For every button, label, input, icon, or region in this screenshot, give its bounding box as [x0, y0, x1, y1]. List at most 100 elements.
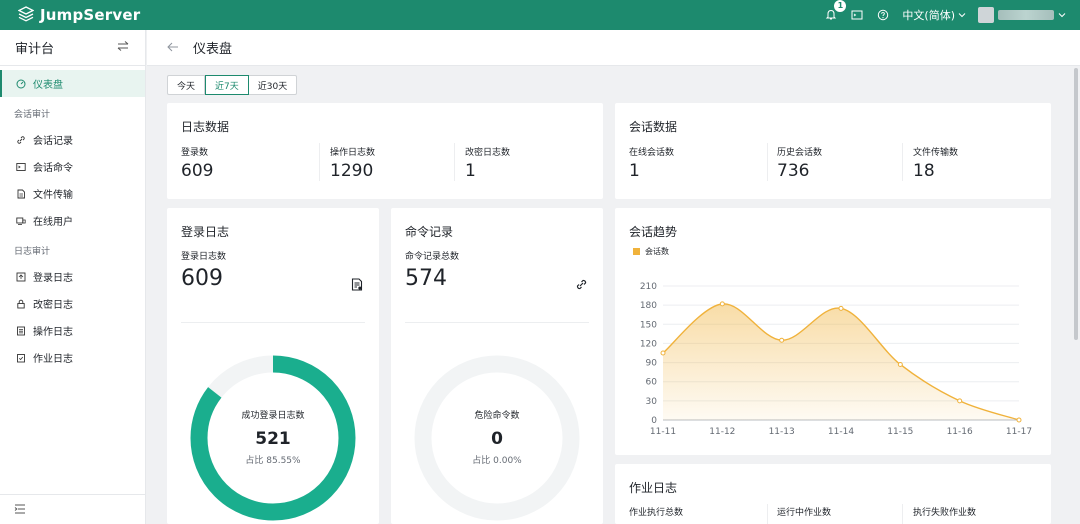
- login-log-icon: [15, 271, 26, 282]
- chevron-down-icon: [958, 9, 966, 22]
- donut-value: 521: [255, 429, 291, 449]
- username-blurred: [998, 10, 1054, 20]
- sidebar-item-file-transfer[interactable]: 文件传输: [0, 180, 145, 207]
- back-arrow-icon[interactable]: [167, 41, 179, 55]
- sidebar-item-operation-log[interactable]: 操作日志: [0, 317, 145, 344]
- session-data-card: 会话数据 在线会话数 1 历史会话数 736 文件传输数 18: [615, 103, 1051, 199]
- sidebar-item-label: 在线用户: [33, 217, 73, 228]
- x-tick-label: 11-15: [887, 427, 913, 437]
- sidebar-item-label: 会话记录: [33, 136, 73, 147]
- chevron-down-icon: [1058, 8, 1066, 22]
- dashboard-icon: [15, 78, 26, 89]
- y-tick-label: 90: [646, 359, 658, 369]
- sidebar-item-login-log[interactable]: 登录日志: [0, 263, 145, 290]
- card-title: 会话趋势: [629, 225, 678, 239]
- sidebar-header: 审计台: [0, 30, 145, 66]
- jumpserver-logo-icon: [17, 5, 35, 25]
- divider: [319, 143, 320, 181]
- donut-ratio: 占比 85.55%: [245, 456, 301, 466]
- stat-value: 18: [913, 161, 935, 181]
- sidebar-item-job-log[interactable]: 作业日志: [0, 344, 145, 371]
- login-log-total: 609: [181, 266, 223, 291]
- tab-last-30-days[interactable]: 近30天: [249, 76, 296, 94]
- user-menu[interactable]: [978, 7, 1066, 23]
- sidebar-item-password-change-log[interactable]: 改密日志: [0, 290, 145, 317]
- y-tick-label: 120: [640, 339, 657, 349]
- y-tick-label: 0: [651, 416, 657, 426]
- stat-value: 609: [181, 161, 214, 181]
- card-title: 命令记录: [405, 225, 454, 239]
- sidebar-item-dashboard[interactable]: 仪表盘: [0, 70, 145, 97]
- stat-label: 在线会话数: [629, 148, 675, 158]
- donut-center: 危险命令数 0 占比 0.00%: [447, 408, 547, 466]
- stat-value: 1: [629, 161, 640, 181]
- data-point: [1016, 417, 1022, 423]
- stat-label: 执行失败作业数: [913, 508, 977, 518]
- divider: [767, 504, 768, 524]
- data-point: [897, 361, 903, 367]
- stat-label: 作业执行总数: [629, 508, 684, 518]
- stat-value: 736: [777, 161, 810, 181]
- data-point: [719, 301, 725, 307]
- x-tick-label: 11-17: [1006, 427, 1032, 437]
- donut-center: 成功登录日志数 521 占比 85.55%: [223, 408, 323, 466]
- command-log-total: 574: [405, 266, 447, 291]
- job-log-card: 作业日志 作业执行总数 运行中作业数 执行失败作业数: [615, 464, 1051, 524]
- card-title: 日志数据: [181, 120, 230, 134]
- y-tick-label: 150: [640, 320, 657, 330]
- tab-last-7-days[interactable]: 近7天: [205, 75, 249, 95]
- sidebar-item-label: 文件传输: [33, 190, 73, 201]
- stat-label: 历史会话数: [777, 148, 823, 158]
- session-trend-card: 会话趋势 会话数 0 30 60 90 120 150 180 210 11-11 11-12 11…: [615, 208, 1051, 455]
- web-terminal-icon[interactable]: [850, 8, 864, 22]
- language-label: 中文(简体): [902, 9, 955, 22]
- stat-label: 命令记录总数: [405, 252, 460, 262]
- lock-icon: [15, 298, 26, 309]
- notification-bell-icon[interactable]: 1: [824, 0, 847, 22]
- data-point: [660, 350, 666, 356]
- x-tick-label: 11-14: [828, 427, 854, 437]
- operation-log-icon: [15, 325, 26, 336]
- sidebar-footer: [0, 494, 146, 524]
- stat-label: 改密日志数: [465, 148, 511, 158]
- donut-value: 0: [491, 429, 503, 449]
- x-tick-label: 11-12: [709, 427, 735, 437]
- y-tick-label: 60: [646, 378, 658, 388]
- link-icon: [575, 278, 588, 294]
- sidebar-item-label: 操作日志: [33, 327, 73, 338]
- sidebar-item-session-commands[interactable]: 会话命令: [0, 153, 145, 180]
- sidebar-item-online-users[interactable]: 在线用户: [0, 207, 145, 234]
- document-icon: [351, 278, 363, 294]
- top-navbar: JumpServer 1 中文(简体): [0, 0, 1080, 30]
- series-area: [663, 303, 1019, 420]
- tab-today[interactable]: 今天: [168, 76, 206, 94]
- stat-label: 登录数: [181, 148, 209, 158]
- stat-label: 文件传输数: [913, 148, 959, 158]
- divider: [767, 143, 768, 181]
- collapse-menu-icon[interactable]: [14, 503, 26, 517]
- divider: [181, 322, 365, 323]
- donut-ratio: 占比 0.00%: [472, 456, 522, 466]
- main-scrollbar[interactable]: [1072, 66, 1080, 524]
- x-tick-label: 11-16: [947, 427, 973, 437]
- stat-label: 操作日志数: [330, 148, 376, 158]
- file-transfer-icon: [15, 188, 26, 199]
- scrollbar-thumb[interactable]: [1074, 68, 1078, 340]
- stat-label: 登录日志数: [181, 252, 227, 262]
- login-log-card: 登录日志 登录日志数 609 成功登录日志数 521 占比 85.55%: [167, 208, 379, 524]
- data-point: [957, 398, 963, 404]
- data-point: [838, 305, 844, 311]
- divider: [454, 143, 455, 181]
- sidebar-item-label: 会话命令: [33, 163, 73, 174]
- sidebar-group-session-audit: 会话审计: [14, 109, 51, 120]
- avatar: [978, 7, 994, 23]
- link-icon: [15, 134, 26, 145]
- date-range-tabs: 今天 近7天 近30天: [167, 75, 298, 95]
- sidebar-item-session-records[interactable]: 会话记录: [0, 126, 145, 153]
- job-log-icon: [15, 352, 26, 363]
- language-selector[interactable]: 中文(简体): [902, 7, 966, 23]
- switch-view-icon[interactable]: [117, 40, 129, 55]
- brand-logo[interactable]: JumpServer: [17, 5, 140, 25]
- x-tick-label: 11-13: [769, 427, 795, 437]
- help-icon[interactable]: [876, 8, 890, 22]
